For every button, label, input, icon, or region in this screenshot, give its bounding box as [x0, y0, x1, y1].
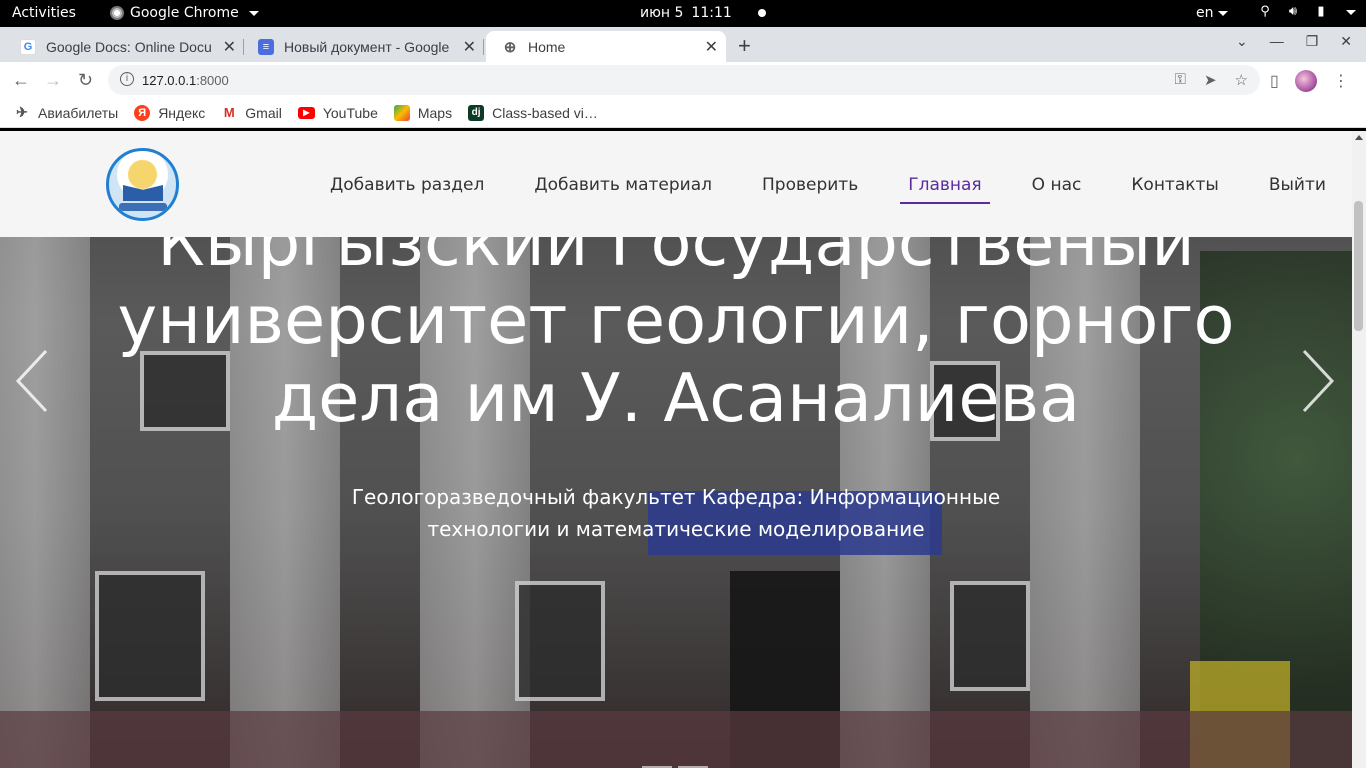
close-icon[interactable]: ✕ [463, 37, 476, 57]
browser-toolbar: ← → ↻ i 127.0.0.1:8000 ⚿ ➤ ☆ ▯ ⋮ [0, 62, 1366, 98]
menu-icon[interactable]: ⋮ [1333, 71, 1349, 91]
bookmark-yandex[interactable]: Я Яндекс [134, 104, 205, 121]
nav-contacts[interactable]: Контакты [1131, 175, 1219, 195]
google-icon: G [20, 38, 36, 55]
bookmark-aviabilety[interactable]: ✈ Авиабилеты [14, 104, 118, 121]
profile-avatar[interactable] [1294, 70, 1317, 92]
university-logo[interactable] [106, 148, 179, 221]
nav-check[interactable]: Проверить [762, 175, 858, 195]
date-label: июн 5 [640, 5, 684, 21]
carousel-prev-icon[interactable] [12, 341, 52, 421]
time-label: 11:11 [691, 5, 732, 21]
nav-logout[interactable]: Выйти [1269, 175, 1326, 195]
language-selector[interactable]: en [1196, 5, 1228, 21]
address-bar[interactable]: i 127.0.0.1:8000 ⚿ ➤ ☆ [108, 65, 1260, 95]
notification-dot-icon [757, 9, 766, 17]
chevron-down-icon [248, 10, 259, 16]
book-icon [123, 185, 163, 201]
tab-strip: G Google Docs: Online Docu ✕ ≡ Новый док… [0, 27, 1366, 62]
app-name: Google Chrome [130, 5, 239, 21]
tab-google-docs[interactable]: G Google Docs: Online Docu ✕ [4, 31, 244, 62]
system-tray[interactable]: ⚲ 🔊︎ ▮ [1258, 5, 1356, 19]
docs-icon: ≡ [258, 38, 274, 55]
site-header: Добавить раздел Добавить материал Провер… [0, 131, 1352, 237]
carousel-next-icon[interactable] [1298, 341, 1338, 421]
forward-arrow-icon[interactable]: → [44, 70, 62, 91]
restore-icon[interactable]: ❐ [1306, 33, 1319, 50]
scroll-up-icon[interactable] [1355, 135, 1363, 140]
clock[interactable]: июн 5 11:11 [640, 5, 766, 21]
system-top-bar: Activities Google Chrome июн 5 11:11 en … [0, 0, 1366, 27]
bookmark-gmail[interactable]: M Gmail [221, 105, 282, 121]
send-icon[interactable]: ➤ [1204, 71, 1217, 89]
close-icon[interactable]: ✕ [223, 37, 236, 57]
bookmark-maps[interactable]: Maps [393, 104, 452, 121]
tab-home[interactable]: ⊕ Home ✕ [486, 31, 726, 62]
activities-button[interactable]: Activities [12, 5, 76, 21]
nav-about[interactable]: О нас [1032, 175, 1082, 195]
youtube-icon: ▶ [297, 106, 315, 119]
battery-icon: ▮ [1317, 4, 1325, 19]
volume-icon: 🔊︎ [1288, 4, 1298, 19]
reload-icon[interactable]: ↻ [78, 70, 93, 91]
star-icon[interactable]: ☆ [1235, 71, 1248, 89]
nav-home[interactable]: Главная [900, 175, 991, 204]
network-icon: ⚲ [1260, 4, 1270, 19]
side-panel-icon[interactable]: ▯ [1270, 71, 1279, 91]
maps-icon [393, 104, 410, 121]
chevron-down-icon [1217, 10, 1228, 16]
scrollbar-thumb[interactable] [1354, 201, 1363, 331]
key-icon[interactable]: ⚿ [1175, 71, 1186, 89]
plane-icon: ✈ [16, 104, 28, 120]
site-info-icon[interactable]: i [120, 72, 134, 86]
tab-new-document[interactable]: ≡ Новый документ - Google ✕ [242, 31, 484, 62]
bookmark-youtube[interactable]: ▶ YouTube [297, 105, 378, 121]
yandex-icon: Я [134, 104, 151, 121]
bookmark-class-based-views[interactable]: dj Class-based vi… [468, 104, 598, 121]
minimize-icon[interactable]: — [1270, 33, 1284, 50]
bookmarks-bar: ✈ Авиабилеты Я Яндекс M Gmail ▶ YouTube … [0, 98, 1366, 128]
tab-title: Home [528, 38, 566, 55]
chrome-icon [110, 6, 124, 20]
chevron-down-icon [1346, 9, 1356, 15]
nav-add-material[interactable]: Добавить материал [534, 175, 712, 195]
django-icon: dj [468, 104, 485, 121]
hero-title: Кыргызский Государственый университет ге… [117, 203, 1235, 437]
nav-add-section[interactable]: Добавить раздел [330, 175, 484, 195]
close-window-icon[interactable]: ✕ [1340, 33, 1352, 50]
language-label: en [1196, 5, 1214, 21]
site-nav: Добавить раздел Добавить материал Провер… [330, 175, 1326, 204]
url-text[interactable]: 127.0.0.1:8000 [142, 73, 229, 88]
tab-search-icon[interactable]: ⌄ [1236, 33, 1248, 50]
app-menu[interactable]: Google Chrome [110, 5, 259, 21]
page-scrollbar[interactable] [1352, 131, 1366, 768]
close-icon[interactable]: ✕ [705, 37, 718, 57]
page-viewport: Кыргызский Государственый университет ге… [0, 131, 1352, 768]
new-tab-button[interactable]: + [738, 33, 751, 59]
tab-title: Google Docs: Online Docu [46, 38, 212, 55]
gmail-icon: M [223, 105, 235, 120]
tab-title: Новый документ - Google [284, 38, 450, 55]
globe-icon: ⊕ [503, 38, 517, 56]
window-controls: ⌄ — ❐ ✕ [1236, 33, 1352, 50]
hero-subtitle: Геологоразведочный факультет Кафедра: Ин… [351, 485, 1001, 541]
back-arrow-icon[interactable]: ← [12, 70, 30, 91]
